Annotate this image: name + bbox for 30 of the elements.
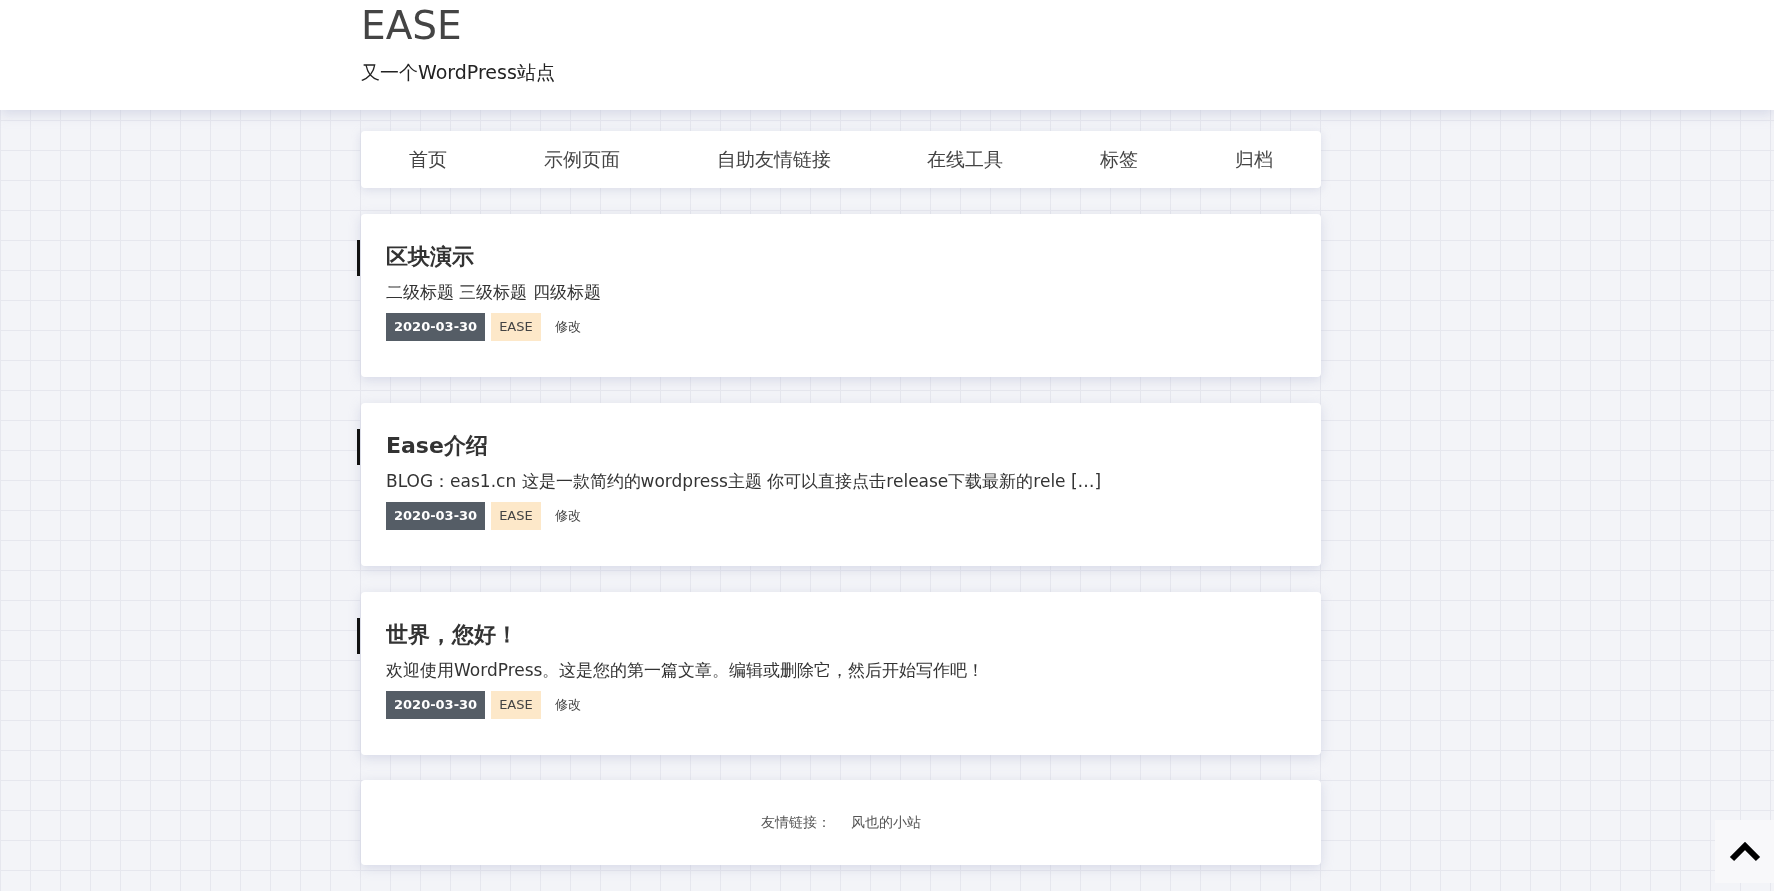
post-excerpt: 欢迎使用WordPress。这是您的第一篇文章。编辑或删除它，然后开始写作吧！ (386, 659, 986, 682)
post-title[interactable]: 区块演示 (386, 242, 1296, 272)
date-tag: 2020-03-30 (386, 691, 486, 719)
edit-link[interactable]: 修改 (546, 502, 589, 530)
category-tag[interactable]: EASE (491, 313, 541, 341)
edit-link[interactable]: 修改 (546, 691, 589, 719)
nav-link[interactable]: 标签 (1099, 146, 1138, 173)
post-title[interactable]: 世界，您好！ (386, 620, 1296, 650)
friend-link[interactable]: 风也的小站 (851, 813, 921, 832)
accent-bar (357, 240, 360, 276)
friend-links-label: 友情链接： (761, 813, 831, 832)
nav-link[interactable]: 自助友情链接 (716, 146, 831, 173)
nav-link[interactable]: 在线工具 (927, 146, 1004, 173)
post-excerpt: 二级标题 三级标题 四级标题 (386, 281, 602, 304)
nav-link[interactable]: 首页 (409, 146, 448, 173)
chevron-up-icon (1728, 841, 1761, 862)
category-tag[interactable]: EASE (491, 502, 541, 530)
post-title[interactable]: Ease介绍 (386, 431, 1296, 461)
site-title[interactable]: EASE (361, 0, 462, 50)
date-tag: 2020-03-30 (386, 313, 486, 341)
nav-link[interactable]: 示例页面 (544, 146, 620, 173)
post-excerpt: BLOG：eas1.cn 这是一款简约的wordpress主题 你可以直接点击release下载最新的rele […] (386, 470, 1103, 493)
accent-bar (357, 618, 360, 654)
accent-bar (357, 429, 360, 465)
back-to-top-button[interactable] (1715, 820, 1774, 883)
date-tag: 2020-03-30 (386, 502, 486, 530)
site-tagline: 又一个WordPress站点 (361, 60, 556, 85)
category-tag[interactable]: EASE (491, 691, 541, 719)
nav-link[interactable]: 归档 (1234, 146, 1273, 173)
edit-link[interactable]: 修改 (546, 313, 589, 341)
